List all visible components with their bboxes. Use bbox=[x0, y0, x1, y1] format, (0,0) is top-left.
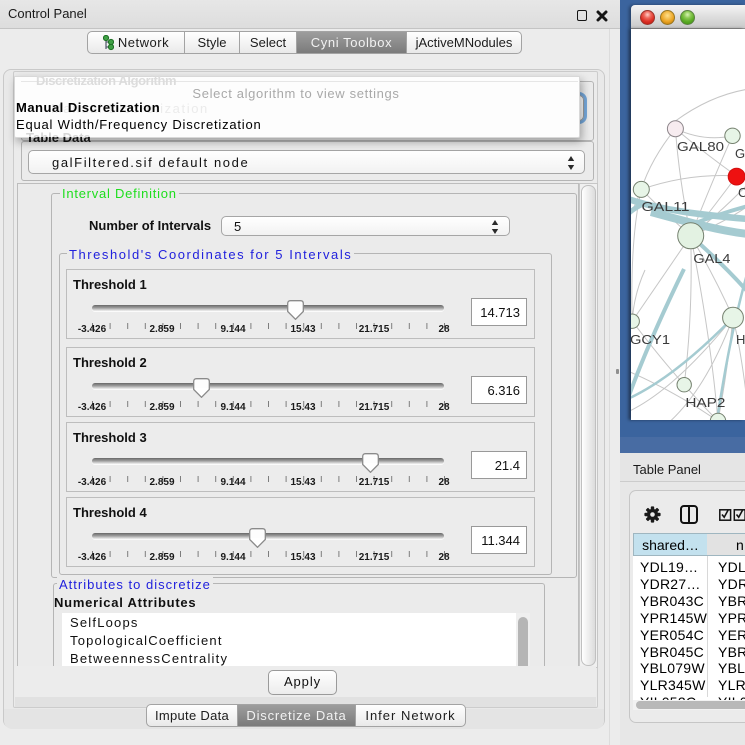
svg-text:GCY1: GCY1 bbox=[631, 332, 670, 347]
svg-text:HAP2: HAP2 bbox=[685, 395, 725, 410]
svg-text:C…: C… bbox=[738, 185, 745, 200]
svg-text:GAL11: GAL11 bbox=[642, 199, 690, 214]
svg-text:G…: G… bbox=[735, 146, 745, 161]
svg-text:GAL80: GAL80 bbox=[677, 139, 724, 154]
svg-text:GAL4: GAL4 bbox=[693, 251, 730, 266]
svg-text:H: H bbox=[736, 332, 745, 347]
